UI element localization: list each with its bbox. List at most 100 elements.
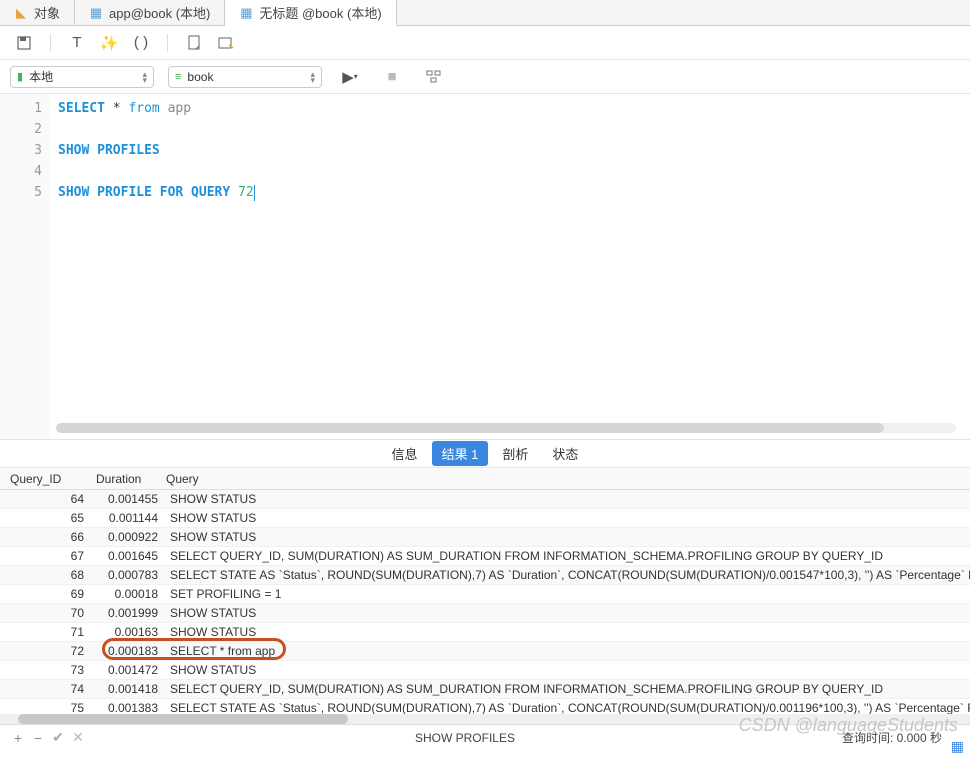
cancel-button[interactable]: ✕ (68, 729, 88, 746)
table-row[interactable]: 670.001645SELECT QUERY_ID, SUM(DURATION)… (0, 547, 970, 566)
kw: from (128, 101, 159, 116)
table-icon: ▦ (89, 6, 103, 20)
tab-app-book[interactable]: ▦ app@book (本地) (75, 0, 225, 25)
cell-dur: 0.000783 (96, 568, 166, 582)
selector-bar: ▮ 本地 ▴▾ ≡ book ▴▾ ▶▾ ■ (0, 60, 970, 94)
save-icon[interactable] (10, 31, 38, 55)
cell-query: SELECT QUERY_ID, SUM(DURATION) AS SUM_DU… (166, 682, 970, 696)
sql-editor[interactable]: 1 2 3 4 5 SELECT * from app SHOW PROFILE… (0, 94, 970, 440)
line-num: 3 (0, 140, 42, 161)
connection-label: 本地 (29, 68, 136, 85)
cell-id: 70 (0, 606, 96, 620)
grid-icon[interactable]: ▦ (951, 738, 964, 755)
toolbar: T ✨ ( ) (0, 26, 970, 60)
updown-icon: ▴▾ (142, 71, 147, 83)
highlight-annotation (102, 638, 286, 660)
footer-query-label: SHOW PROFILES (88, 731, 842, 745)
caret (254, 185, 255, 201)
remove-button[interactable]: − (28, 730, 48, 746)
tab-label: 对象 (34, 3, 60, 22)
table-row[interactable]: 740.001418SELECT QUERY_ID, SUM(DURATION)… (0, 680, 970, 699)
cell-dur: 0.000922 (96, 530, 166, 544)
tab-label: app@book (本地) (109, 3, 210, 22)
result-tabs: 信息 结果 1 剖析 状态 (0, 440, 970, 468)
cell-dur: 0.00163 (96, 625, 166, 639)
wand-icon[interactable]: ✨ (95, 31, 123, 55)
cell-id: 73 (0, 663, 96, 677)
cell-id: 65 (0, 511, 96, 525)
kw: SHOW PROFILE FOR QUERY (58, 185, 238, 200)
add-button[interactable]: + (8, 730, 28, 746)
cell-query: SELECT QUERY_ID, SUM(DURATION) AS SUM_DU… (166, 549, 970, 563)
cell-query: SELECT STATE AS `Status`, ROUND(SUM(DURA… (166, 568, 970, 582)
apply-button[interactable]: ✔ (48, 729, 68, 746)
tab-analyze[interactable]: 剖析 (492, 441, 538, 466)
footer-time-label: 查询时间: 0.000 秒 (842, 729, 962, 746)
table-row[interactable]: 660.000922SHOW STATUS (0, 528, 970, 547)
database-icon: ≡ (175, 71, 181, 83)
table-row[interactable]: 730.001472SHOW STATUS (0, 661, 970, 680)
kw: SHOW PROFILES (58, 143, 160, 158)
cell-id: 75 (0, 701, 96, 714)
line-num: 5 (0, 182, 42, 203)
num: 72 (238, 185, 254, 200)
tab-label: 无标题 @book (本地) (259, 3, 381, 22)
table-row[interactable]: 690.00018SET PROFILING = 1 (0, 585, 970, 604)
cell-dur: 0.00018 (96, 587, 166, 601)
cell-dur: 0.001645 (96, 549, 166, 563)
cell-id: 68 (0, 568, 96, 582)
cell-id: 71 (0, 625, 96, 639)
cell-query: SHOW STATUS (166, 511, 970, 525)
parens-icon[interactable]: ( ) (127, 31, 155, 55)
line-num: 1 (0, 98, 42, 119)
plug-icon: ▮ (17, 70, 23, 83)
cell-query: SHOW STATUS (166, 625, 970, 639)
connection-select[interactable]: ▮ 本地 ▴▾ (10, 66, 154, 88)
table-row[interactable]: 650.001144SHOW STATUS (0, 509, 970, 528)
tab-status[interactable]: 状态 (542, 441, 588, 466)
cell-id: 72 (0, 644, 96, 658)
table-row[interactable]: 700.001999SHOW STATUS (0, 604, 970, 623)
cell-query: SET PROFILING = 1 (166, 587, 970, 601)
run-button[interactable]: ▶▾ (336, 65, 364, 89)
tab-info[interactable]: 信息 (382, 441, 428, 466)
scrollbar-thumb[interactable] (18, 714, 348, 724)
cell-id: 64 (0, 492, 96, 506)
table-row[interactable]: 680.000783SELECT STATE AS `Status`, ROUN… (0, 566, 970, 585)
col-query[interactable]: Query (166, 472, 970, 486)
col-query-id[interactable]: Query_ID (0, 472, 96, 486)
cell-query: SHOW STATUS (166, 663, 970, 677)
database-label: book (187, 70, 304, 84)
code-area[interactable]: SELECT * from app SHOW PROFILES SHOW PRO… (50, 94, 970, 439)
text-tool-icon[interactable]: T (63, 31, 91, 55)
editor-scrollbar[interactable] (56, 423, 956, 433)
document-icon[interactable] (180, 31, 208, 55)
cell-dur: 0.001999 (96, 606, 166, 620)
kw: SELECT (58, 101, 105, 116)
tab-untitled-book[interactable]: ▦ 无标题 @book (本地) (225, 0, 396, 26)
document-tabs: ◣ 对象 ▦ app@book (本地) ▦ 无标题 @book (本地) (0, 0, 970, 26)
cell-query: SHOW STATUS (166, 530, 970, 544)
cell-id: 67 (0, 549, 96, 563)
status-bar: + − ✔ ✕ SHOW PROFILES 查询时间: 0.000 秒 ▦ (0, 724, 970, 750)
line-num: 4 (0, 161, 42, 182)
cell-query: SHOW STATUS (166, 606, 970, 620)
tab-result[interactable]: 结果 1 (432, 441, 489, 466)
cell-dur: 0.001383 (96, 701, 166, 714)
grid-scrollbar[interactable] (0, 714, 970, 724)
table-row[interactable]: 750.001383SELECT STATE AS `Status`, ROUN… (0, 699, 970, 714)
cell-dur: 0.001144 (96, 511, 166, 525)
triangle-icon: ◣ (14, 6, 28, 20)
stop-button[interactable]: ■ (378, 65, 406, 89)
cell-id: 74 (0, 682, 96, 696)
line-gutter: 1 2 3 4 5 (0, 94, 50, 439)
tab-objects[interactable]: ◣ 对象 (0, 0, 75, 25)
cell-dur: 0.001418 (96, 682, 166, 696)
export-icon[interactable] (212, 31, 240, 55)
database-select[interactable]: ≡ book ▴▾ (168, 66, 322, 88)
table-row[interactable]: 640.001455SHOW STATUS (0, 490, 970, 509)
col-duration[interactable]: Duration (96, 472, 166, 486)
scrollbar-thumb[interactable] (56, 423, 884, 433)
line-num: 2 (0, 119, 42, 140)
explain-icon[interactable] (420, 65, 448, 89)
